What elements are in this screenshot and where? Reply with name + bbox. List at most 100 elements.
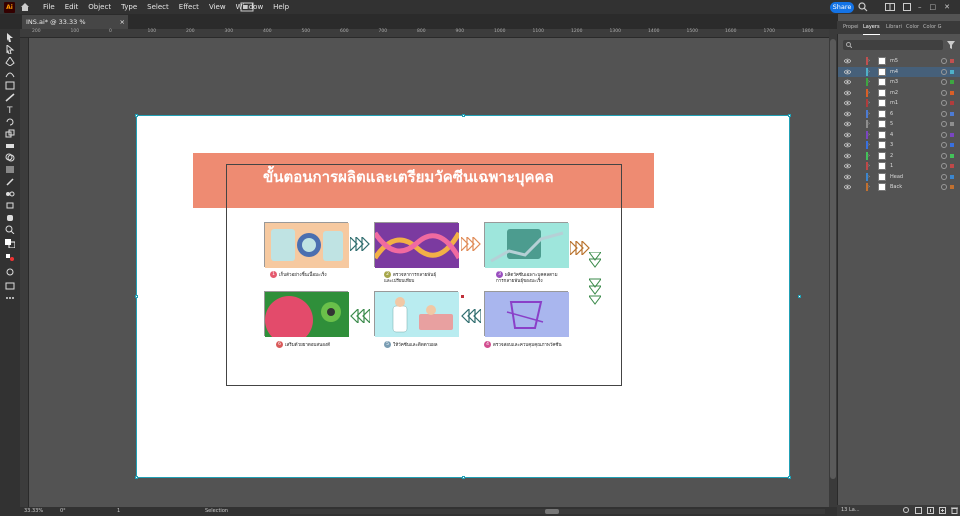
chevron-right-icon[interactable]: › bbox=[868, 153, 873, 159]
anchor-point[interactable] bbox=[461, 295, 464, 298]
close-tab-icon[interactable]: × bbox=[120, 15, 125, 29]
visibility-eye-icon[interactable] bbox=[844, 111, 851, 117]
artboard-tool-icon[interactable] bbox=[5, 201, 15, 210]
layer-name[interactable]: Head bbox=[890, 172, 903, 183]
target-circle-icon[interactable] bbox=[941, 89, 947, 96]
eyedropper-tool-icon[interactable] bbox=[5, 177, 15, 186]
paintbrush-tool-icon[interactable] bbox=[5, 93, 15, 102]
layer-row[interactable]: › 5 bbox=[838, 119, 960, 130]
target-circle-icon[interactable] bbox=[941, 173, 947, 180]
chevron-right-icon[interactable]: › bbox=[868, 69, 873, 75]
step-2-illustration[interactable] bbox=[372, 222, 462, 268]
visibility-eye-icon[interactable] bbox=[844, 79, 851, 85]
scrollbar-thumb[interactable] bbox=[545, 509, 559, 514]
home-icon[interactable] bbox=[20, 2, 30, 12]
selection-square[interactable] bbox=[950, 153, 954, 158]
eraser-tool-icon[interactable] bbox=[5, 141, 15, 150]
chevron-right-icon[interactable]: › bbox=[868, 142, 873, 148]
target-circle-icon[interactable] bbox=[941, 100, 947, 106]
menu-file[interactable]: File bbox=[38, 0, 60, 14]
target-circle-icon[interactable] bbox=[941, 184, 947, 190]
fill-stroke-icon[interactable] bbox=[5, 239, 15, 248]
target-circle-icon[interactable] bbox=[941, 142, 947, 148]
make-clipping-mask-icon[interactable] bbox=[915, 507, 922, 514]
chevron-right-icon[interactable]: › bbox=[868, 184, 873, 190]
close-icon[interactable]: ✕ bbox=[944, 3, 958, 11]
horizontal-ruler[interactable]: 200 100 0 100 200 300 400 500 600 700 800 900 1000 11… bbox=[20, 29, 829, 38]
target-circle-icon[interactable] bbox=[941, 152, 947, 159]
layer-row[interactable]: › 2 bbox=[838, 151, 960, 162]
layer-name[interactable]: Back bbox=[890, 182, 902, 193]
chevron-right-icon[interactable]: › bbox=[868, 121, 873, 127]
layer-row[interactable]: › m1 bbox=[838, 98, 960, 109]
gradient-tool-icon[interactable] bbox=[5, 165, 15, 174]
vertical-scrollbar[interactable] bbox=[829, 29, 837, 507]
layer-row[interactable]: › 4 bbox=[838, 130, 960, 141]
chevron-right-icon[interactable]: › bbox=[868, 58, 873, 64]
step-6-illustration[interactable] bbox=[264, 291, 349, 344]
bounding-handle[interactable] bbox=[798, 295, 801, 298]
visibility-eye-icon[interactable] bbox=[844, 174, 851, 180]
selection-square[interactable] bbox=[950, 132, 954, 137]
step-5-illustration[interactable] bbox=[374, 291, 459, 337]
visibility-eye-icon[interactable] bbox=[844, 121, 851, 127]
direct-selection-tool-icon[interactable] bbox=[5, 45, 15, 54]
target-circle-icon[interactable] bbox=[941, 121, 947, 127]
selection-square[interactable] bbox=[950, 59, 954, 63]
shape-builder-tool-icon[interactable] bbox=[5, 153, 15, 162]
swap-colors-icon[interactable] bbox=[5, 253, 15, 262]
layer-name[interactable]: 5 bbox=[890, 119, 893, 130]
selection-square[interactable] bbox=[950, 111, 954, 116]
layer-name[interactable]: m2 bbox=[890, 88, 898, 99]
layer-name[interactable]: 2 bbox=[890, 151, 893, 162]
chevron-right-icon[interactable]: › bbox=[868, 100, 873, 106]
selection-square[interactable] bbox=[950, 101, 954, 105]
curvature-tool-icon[interactable] bbox=[5, 69, 15, 78]
bounding-handle[interactable] bbox=[135, 476, 138, 479]
tab-color-guide[interactable]: Color G bbox=[923, 21, 942, 34]
selection-square[interactable] bbox=[950, 90, 954, 95]
bounding-handle[interactable] bbox=[462, 114, 465, 117]
document-tab[interactable]: INS.ai* @ 33.33 % (RGB/Preview) × bbox=[22, 15, 128, 40]
bounding-handle[interactable] bbox=[135, 114, 138, 117]
new-layer-icon[interactable] bbox=[939, 507, 946, 514]
screen-mode-icon[interactable] bbox=[5, 281, 15, 290]
visibility-eye-icon[interactable] bbox=[844, 142, 851, 148]
menu-effect[interactable]: Effect bbox=[174, 0, 204, 14]
drawing-modes-icon[interactable] bbox=[5, 267, 15, 276]
filter-icon[interactable] bbox=[947, 41, 955, 49]
scale-tool-icon[interactable] bbox=[5, 129, 15, 138]
visibility-eye-icon[interactable] bbox=[844, 90, 851, 96]
bounding-handle[interactable] bbox=[135, 295, 138, 298]
panel-toggle-icon[interactable] bbox=[903, 3, 911, 11]
visibility-eye-icon[interactable] bbox=[844, 100, 851, 106]
layer-row[interactable]: › Back bbox=[838, 182, 960, 193]
menu-type[interactable]: Type bbox=[116, 0, 142, 14]
search-icon[interactable] bbox=[858, 2, 868, 12]
layer-name[interactable]: 6 bbox=[890, 109, 893, 120]
rotate-tool-icon[interactable] bbox=[5, 117, 15, 126]
menu-help[interactable]: Help bbox=[268, 0, 294, 14]
layer-row[interactable]: › m5 bbox=[838, 56, 960, 67]
share-button[interactable]: Share bbox=[830, 2, 854, 13]
selection-square[interactable] bbox=[950, 185, 954, 189]
layer-search-input[interactable] bbox=[843, 40, 943, 50]
target-circle-icon[interactable] bbox=[941, 110, 947, 117]
bounding-handle[interactable] bbox=[788, 114, 791, 117]
layer-row[interactable]: › 3 bbox=[838, 140, 960, 151]
layer-row[interactable]: › Head bbox=[838, 172, 960, 183]
visibility-eye-icon[interactable] bbox=[844, 153, 851, 159]
artboard-number[interactable]: 1 bbox=[117, 508, 120, 514]
target-circle-icon[interactable] bbox=[941, 79, 947, 85]
new-sublayer-icon[interactable] bbox=[927, 507, 934, 514]
selection-square[interactable] bbox=[950, 143, 954, 147]
selection-square[interactable] bbox=[950, 122, 954, 126]
rectangle-tool-icon[interactable] bbox=[5, 81, 15, 90]
vertical-ruler[interactable] bbox=[20, 38, 29, 507]
step-3-illustration[interactable] bbox=[484, 222, 569, 268]
target-circle-icon[interactable] bbox=[941, 163, 947, 169]
arrange-documents-icon[interactable] bbox=[240, 2, 254, 12]
menu-object[interactable]: Object bbox=[83, 0, 116, 14]
delete-layer-icon[interactable] bbox=[951, 507, 958, 514]
layer-name[interactable]: m5 bbox=[890, 56, 898, 67]
